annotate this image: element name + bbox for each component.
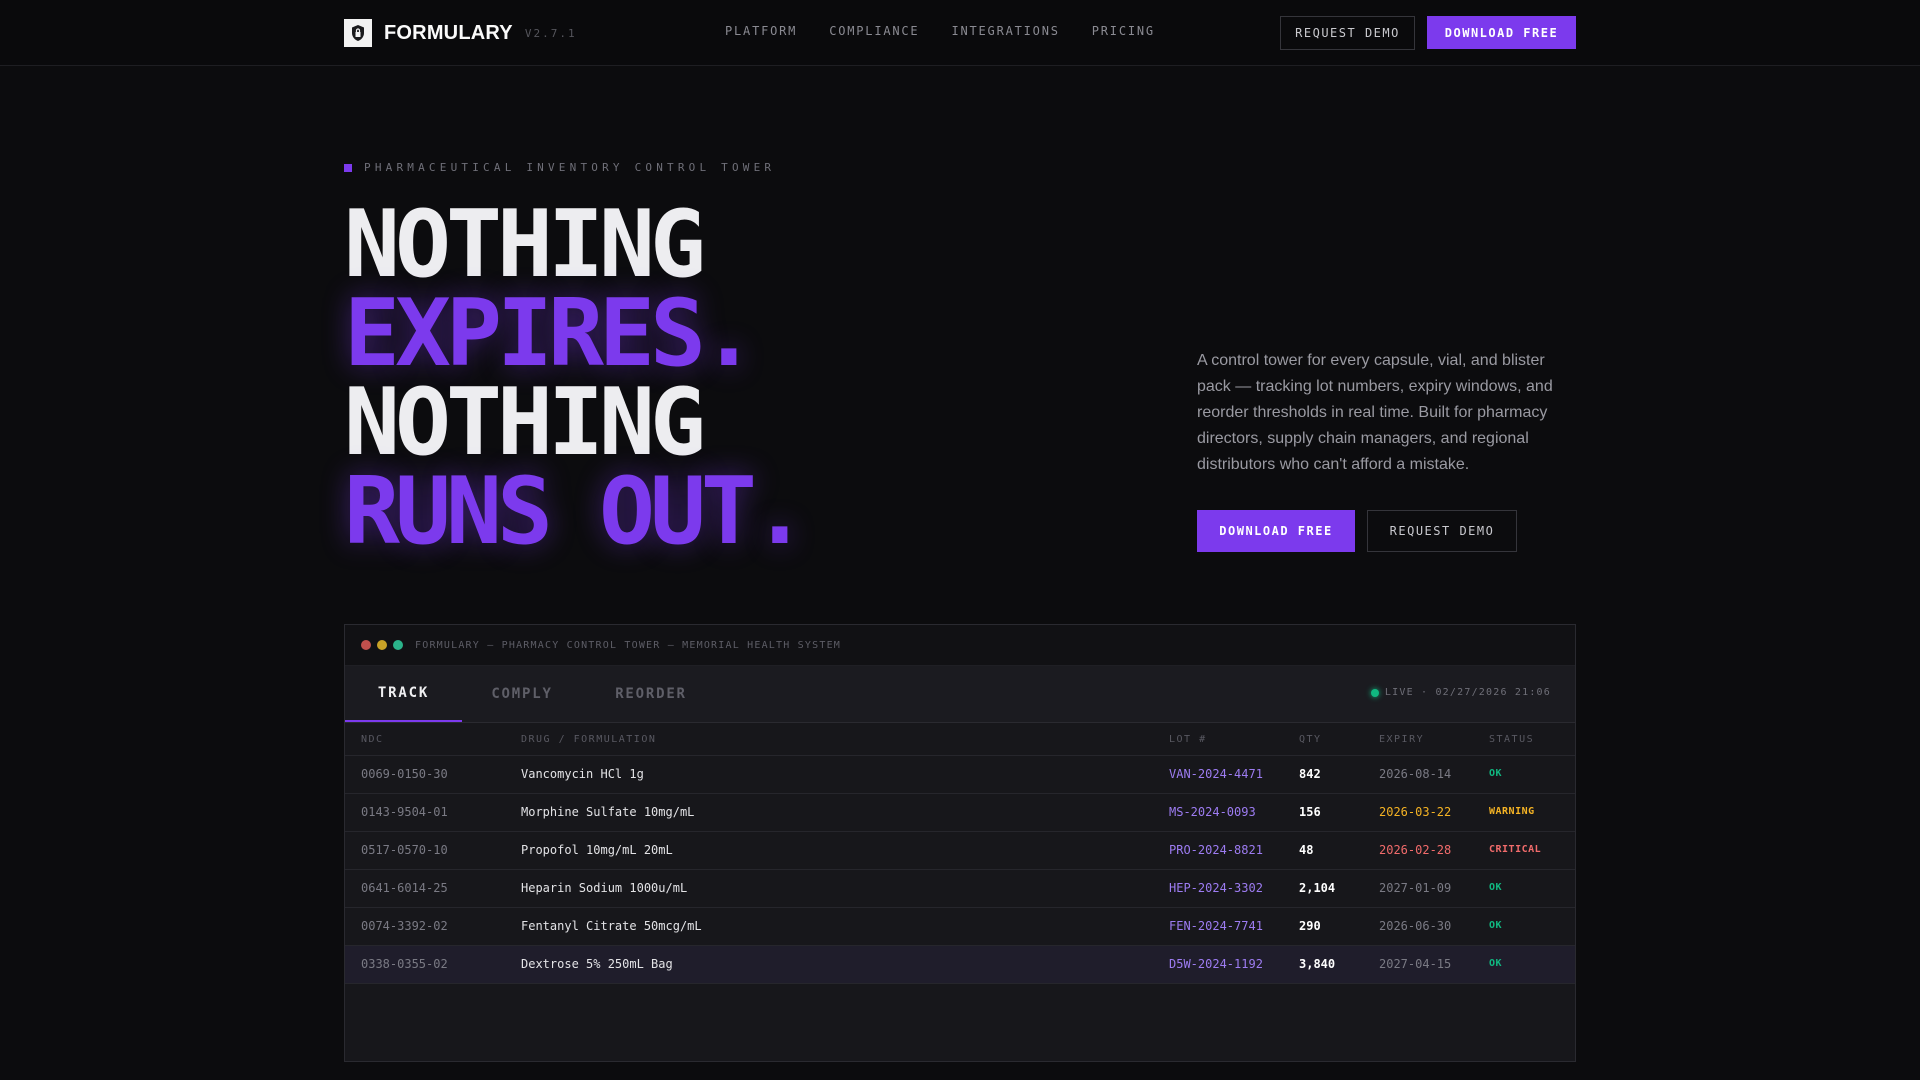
tagline-square-icon	[344, 163, 352, 172]
table-row[interactable]: 0338-0355-02 Dextrose 5% 250mL Bag D5W-2…	[345, 946, 1575, 984]
cell-ndc: 0143-9504-01	[361, 805, 448, 819]
headline-line-2: EXPIRES.	[344, 279, 757, 387]
column-header-qty[interactable]: QTY	[1299, 734, 1322, 745]
cell-lot[interactable]: FEN-2024-7741	[1169, 919, 1263, 933]
status-badge: OK	[1489, 882, 1503, 893]
close-dot-icon[interactable]	[361, 640, 371, 650]
column-header-expiry[interactable]: EXPIRY	[1379, 734, 1424, 745]
tab-reorder[interactable]: REORDER	[582, 666, 720, 722]
cell-lot[interactable]: MS-2024-0093	[1169, 805, 1256, 819]
status-badge: OK	[1489, 958, 1503, 969]
table-row[interactable]: 0143-9504-01 Morphine Sulfate 10mg/mL MS…	[345, 794, 1575, 832]
tab-track[interactable]: TRACK	[345, 666, 462, 722]
status-badge: CRITICAL	[1489, 844, 1542, 855]
maximize-dot-icon[interactable]	[393, 640, 403, 650]
cell-drug: Morphine Sulfate 10mg/mL	[521, 805, 695, 819]
version-badge: V2.7.1	[524, 26, 577, 40]
tab-comply[interactable]: COMPLY	[462, 666, 582, 722]
shield-lock-icon	[344, 19, 372, 47]
cell-qty: 3,840	[1299, 957, 1336, 971]
hero-headline: NOTHING EXPIRES. NOTHING RUNS OUT.	[344, 190, 808, 565]
table-row[interactable]: 0517-0570-10 Propofol 10mg/mL 20mL PRO-2…	[345, 832, 1575, 870]
status-badge: OK	[1489, 768, 1503, 779]
live-indicator-icon	[1370, 688, 1379, 697]
live-status: LIVE · 02/27/2026 21:06	[1370, 687, 1551, 698]
cell-drug: Dextrose 5% 250mL Bag	[521, 957, 673, 971]
column-header-drug[interactable]: DRUG / FORMULATION	[521, 734, 656, 745]
cell-expiry: 2026-06-30	[1379, 919, 1452, 933]
status-badge: OK	[1489, 920, 1503, 931]
column-header-status[interactable]: STATUS	[1489, 734, 1534, 745]
cell-drug: Vancomycin HCl 1g	[521, 767, 644, 781]
cell-ndc: 0641-6014-25	[361, 881, 448, 895]
nav-link-integrations[interactable]: INTEGRATIONS	[951, 24, 1059, 38]
cell-drug: Fentanyl Citrate 50mcg/mL	[521, 919, 702, 933]
headline-line-4: RUNS OUT.	[344, 457, 808, 565]
cell-drug: Propofol 10mg/mL 20mL	[521, 843, 673, 857]
cell-drug: Heparin Sodium 1000u/mL	[521, 881, 688, 895]
table-row[interactable]: 0069-0150-30 Vancomycin HCl 1g VAN-2024-…	[345, 756, 1575, 794]
table-header: NDC DRUG / FORMULATION LOT # QTY EXPIRY …	[345, 723, 1575, 756]
nav-link-pricing[interactable]: PRICING	[1092, 24, 1155, 38]
inventory-table-body: 0069-0150-30 Vancomycin HCl 1g VAN-2024-…	[345, 756, 1575, 984]
cell-lot[interactable]: VAN-2024-4471	[1169, 767, 1263, 781]
cell-lot[interactable]: PRO-2024-8821	[1169, 843, 1263, 857]
cell-lot[interactable]: HEP-2024-3302	[1169, 881, 1263, 895]
window-titlebar: FORMULARY — PHARMACY CONTROL TOWER — MEM…	[345, 625, 1575, 666]
cell-qty: 290	[1299, 919, 1321, 933]
nav-download-free-button[interactable]: DOWNLOAD FREE	[1427, 16, 1576, 49]
status-badge: WARNING	[1489, 806, 1535, 817]
cell-qty: 48	[1299, 843, 1314, 857]
hero-buttons: DOWNLOAD FREE REQUEST DEMO	[1197, 510, 1517, 552]
tab-bar: TRACK COMPLY REORDER LIVE · 02/27/2026 2…	[345, 666, 1575, 723]
minimize-dot-icon[interactable]	[377, 640, 387, 650]
column-header-ndc[interactable]: NDC	[361, 734, 384, 745]
column-header-lot[interactable]: LOT #	[1169, 734, 1207, 745]
hero-description: A control tower for every capsule, vial,…	[1197, 352, 1553, 473]
hero-download-free-button[interactable]: DOWNLOAD FREE	[1197, 510, 1355, 552]
tagline-text: PHARMACEUTICAL INVENTORY CONTROL TOWER	[364, 161, 776, 174]
cell-expiry: 2027-01-09	[1379, 881, 1452, 895]
hero-request-demo-button[interactable]: REQUEST DEMO	[1367, 510, 1517, 552]
table-row[interactable]: 0641-6014-25 Heparin Sodium 1000u/mL HEP…	[345, 870, 1575, 908]
cell-qty: 156	[1299, 805, 1321, 819]
cell-expiry: 2027-04-15	[1379, 957, 1452, 971]
nav-links: PLATFORM COMPLIANCE INTEGRATIONS PRICING	[725, 24, 1187, 38]
headline-line-3: NOTHING	[344, 368, 706, 476]
cell-ndc: 0074-3392-02	[361, 919, 448, 933]
cell-ndc: 0069-0150-30	[361, 767, 448, 781]
nav-request-demo-button[interactable]: REQUEST DEMO	[1280, 16, 1415, 50]
cell-ndc: 0338-0355-02	[361, 957, 448, 971]
brand[interactable]: FORMULARY V2.7.1	[344, 19, 577, 47]
top-nav: FORMULARY V2.7.1 PLATFORM COMPLIANCE INT…	[0, 0, 1920, 66]
window-title: FORMULARY — PHARMACY CONTROL TOWER — MEM…	[415, 639, 842, 651]
hero-tagline: PHARMACEUTICAL INVENTORY CONTROL TOWER	[344, 161, 775, 174]
headline-line-1: NOTHING	[344, 190, 706, 298]
cell-expiry: 2026-02-28	[1379, 843, 1452, 857]
nav-link-platform[interactable]: PLATFORM	[725, 24, 797, 38]
cell-ndc: 0517-0570-10	[361, 843, 448, 857]
dashboard-panel: FORMULARY — PHARMACY CONTROL TOWER — MEM…	[344, 624, 1576, 1062]
cell-expiry: 2026-03-22	[1379, 805, 1452, 819]
cell-expiry: 2026-08-14	[1379, 767, 1452, 781]
nav-link-compliance[interactable]: COMPLIANCE	[829, 24, 919, 38]
table-row[interactable]: 0074-3392-02 Fentanyl Citrate 50mcg/mL F…	[345, 908, 1575, 946]
brand-name: FORMULARY	[384, 21, 513, 44]
cell-qty: 842	[1299, 767, 1321, 781]
cell-qty: 2,104	[1299, 881, 1336, 895]
live-status-text: LIVE · 02/27/2026 21:06	[1384, 687, 1551, 698]
cell-lot[interactable]: D5W-2024-1192	[1169, 957, 1263, 971]
